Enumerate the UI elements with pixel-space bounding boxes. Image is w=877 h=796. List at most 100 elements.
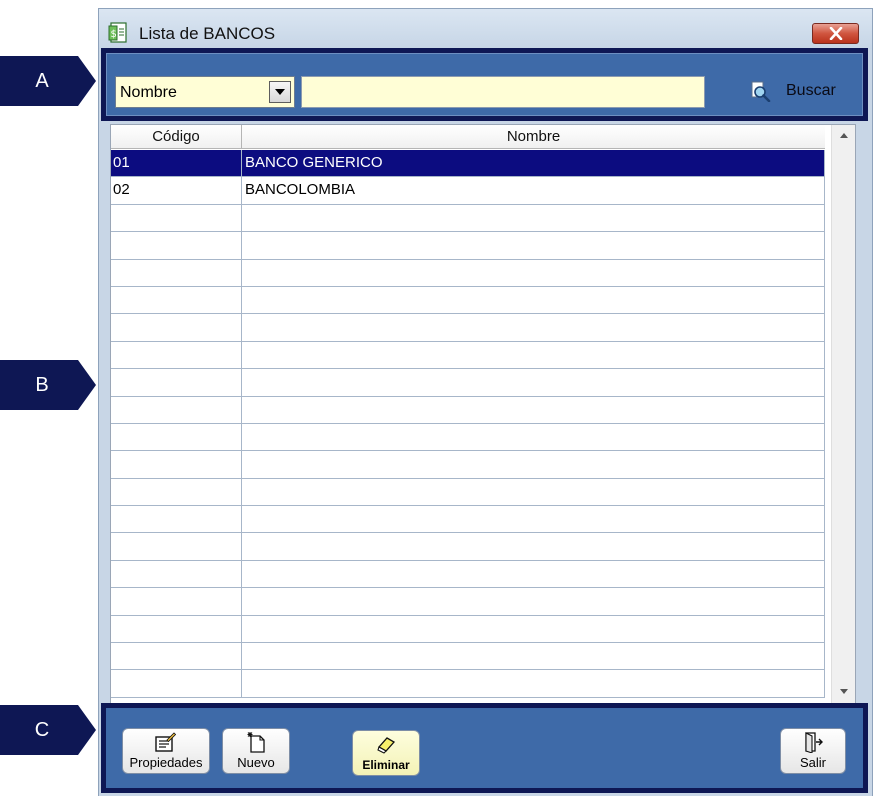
cell-empty [111, 341, 242, 369]
column-header-nombre[interactable]: Nombre [242, 125, 825, 149]
cell-empty [111, 478, 242, 506]
close-button[interactable] [812, 23, 859, 44]
grid-header: Código Nombre [111, 125, 825, 149]
cell-empty [111, 423, 242, 451]
cell-empty [111, 396, 242, 423]
nuevo-label: Nuevo [237, 755, 275, 770]
cell-empty [242, 423, 825, 451]
column-header-codigo[interactable]: Código [111, 125, 242, 149]
search-panel: Nombre Buscar [106, 53, 863, 116]
svg-text:$: $ [111, 29, 117, 40]
arrow-down-icon [840, 689, 848, 694]
eliminar-label: Eliminar [362, 758, 410, 772]
cell-empty [111, 588, 242, 615]
bancos-window: $ Lista de BANCOS Nombre Buscar Código N… [98, 8, 873, 796]
eliminar-button[interactable]: Eliminar [352, 730, 420, 776]
table-row-empty[interactable] [111, 341, 825, 370]
buscar-label: Buscar [786, 82, 836, 99]
cell-empty [242, 478, 825, 506]
table-row-empty[interactable] [111, 232, 825, 260]
eraser-icon [375, 733, 397, 755]
cell-empty [242, 615, 825, 643]
cell-empty [111, 615, 242, 643]
cell-empty [111, 314, 242, 341]
table-row-empty[interactable] [111, 451, 825, 479]
cell-empty [111, 506, 242, 533]
callout-a: A [0, 56, 96, 106]
cell-empty [242, 204, 825, 232]
table-row-empty[interactable] [111, 259, 825, 287]
cell-empty [242, 588, 825, 615]
vertical-scrollbar[interactable] [831, 125, 855, 703]
table-row-empty[interactable] [111, 615, 825, 644]
callout-c: C [0, 705, 96, 755]
cell-nombre: BANCOLOMBIA [242, 177, 825, 204]
cell-empty [242, 670, 825, 697]
table-row-empty[interactable] [111, 533, 825, 561]
screen: A B C $ Lista de BANCOS Nombre Buscar Có… [0, 0, 877, 796]
cell-empty [242, 286, 825, 314]
table-row-empty[interactable] [111, 204, 825, 233]
cell-empty [111, 451, 242, 478]
buscar-button[interactable]: Buscar [747, 78, 847, 106]
cell-empty [111, 643, 242, 670]
table-row-empty[interactable] [111, 643, 825, 671]
cell-codigo: 01 [111, 150, 242, 177]
cell-empty [242, 643, 825, 670]
propiedades-button[interactable]: Propiedades [122, 728, 210, 774]
actions-section: Propiedades Nuevo Eliminar Salir [101, 703, 868, 793]
propiedades-label: Propiedades [129, 755, 203, 770]
callout-a-label: A [35, 70, 49, 92]
magnifier-search-icon [749, 80, 771, 103]
table-row[interactable]: 02 BANCOLOMBIA [111, 177, 825, 205]
table-row[interactable]: 01 BANCO GENERICO [111, 150, 825, 178]
grid-rows: 01 BANCO GENERICO 02 BANCOLOMBIA [111, 150, 825, 698]
cell-empty [111, 259, 242, 286]
cell-empty [242, 259, 825, 286]
title-bar[interactable]: $ Lista de BANCOS [99, 9, 872, 49]
search-input[interactable] [301, 76, 705, 108]
scroll-down-button[interactable] [832, 681, 855, 703]
table-row-empty[interactable] [111, 314, 825, 342]
cell-empty [111, 204, 242, 232]
cell-empty [242, 369, 825, 396]
table-row-empty[interactable] [111, 286, 825, 315]
cell-empty [242, 451, 825, 478]
cell-empty [111, 670, 242, 697]
list-document-icon: $ [108, 22, 128, 44]
table-row-empty[interactable] [111, 560, 825, 589]
cell-empty [242, 506, 825, 533]
arrow-up-icon [840, 133, 848, 138]
actions-panel: Propiedades Nuevo Eliminar Salir [106, 708, 863, 788]
table-row-empty[interactable] [111, 369, 825, 397]
properties-edit-icon [154, 731, 177, 753]
new-document-icon [245, 731, 267, 753]
exit-door-icon [802, 731, 824, 754]
callout-c-label: C [34, 719, 50, 741]
cell-empty [242, 533, 825, 560]
nuevo-button[interactable]: Nuevo [222, 728, 290, 774]
table-row-empty[interactable] [111, 588, 825, 616]
salir-button[interactable]: Salir [780, 728, 846, 774]
cell-empty [111, 560, 242, 588]
table-row-empty[interactable] [111, 670, 825, 698]
bancos-grid: Código Nombre 01 BANCO GENERICO 02 BANCO… [110, 124, 856, 704]
chevron-down-icon [275, 89, 285, 95]
search-field-dropdown-button[interactable] [269, 81, 291, 103]
table-row-empty[interactable] [111, 423, 825, 452]
search-field-select[interactable]: Nombre [115, 76, 295, 108]
cell-empty [242, 341, 825, 369]
table-row-empty[interactable] [111, 478, 825, 507]
cell-empty [242, 560, 825, 588]
table-row-empty[interactable] [111, 506, 825, 534]
search-field-value: Nombre [120, 84, 177, 101]
cell-empty [111, 232, 242, 259]
scroll-up-button[interactable] [832, 125, 855, 147]
cell-codigo: 02 [111, 177, 242, 204]
cell-empty [242, 396, 825, 423]
salir-label: Salir [799, 755, 826, 770]
cell-empty [242, 232, 825, 259]
cell-empty [242, 314, 825, 341]
table-row-empty[interactable] [111, 396, 825, 424]
window-title: Lista de BANCOS [139, 24, 276, 43]
